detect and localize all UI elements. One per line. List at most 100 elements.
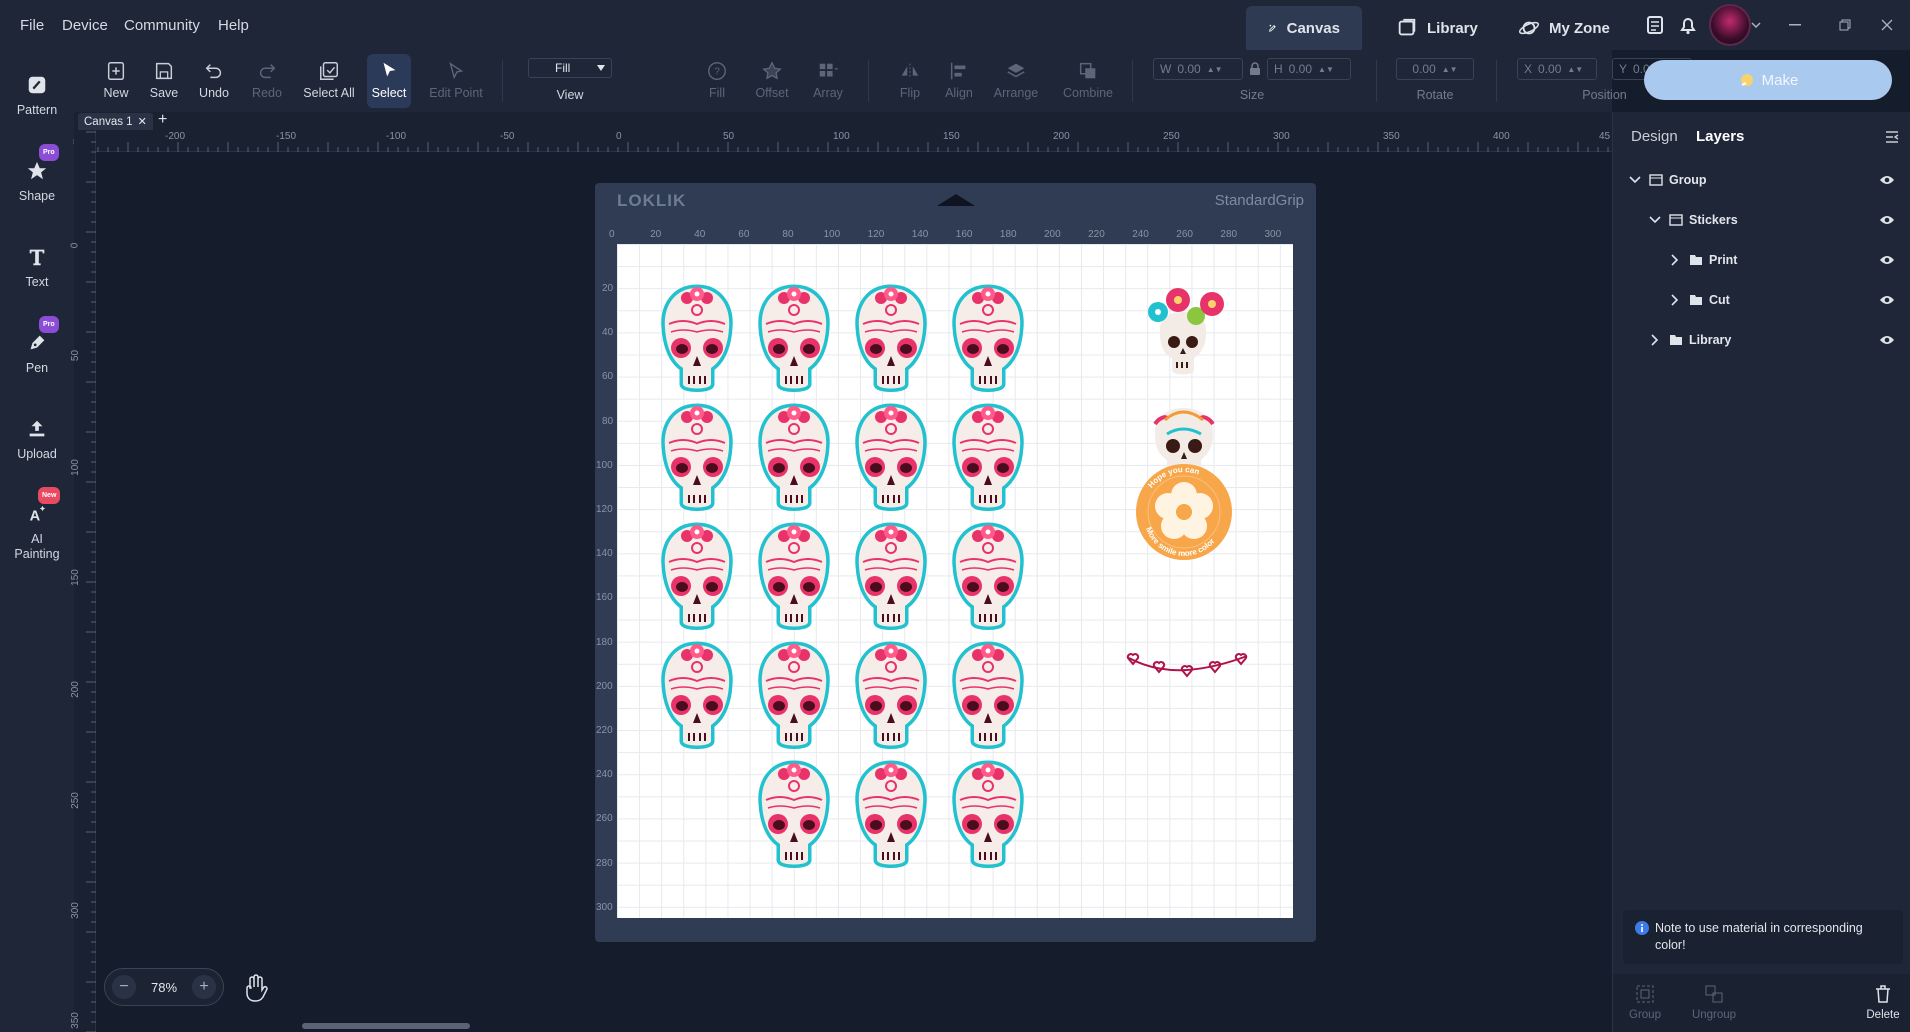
sugar-skull-sticker: [956, 644, 1020, 746]
collapse-panel-icon[interactable]: [1885, 130, 1899, 144]
new-file-icon: [107, 62, 125, 80]
mat-x-tick: 160: [955, 229, 973, 240]
chevron-down-icon[interactable]: [1649, 216, 1661, 224]
eye-icon[interactable]: [1879, 295, 1895, 305]
zoom-in-button[interactable]: +: [192, 975, 216, 999]
close-icon[interactable]: [1872, 10, 1902, 40]
layer-row-library[interactable]: Library: [1613, 322, 1910, 358]
horizontal-scrollbar[interactable]: [302, 1023, 470, 1029]
zoom-out-button[interactable]: −: [112, 975, 136, 999]
design-area[interactable]: Hope you can More smile more color: [617, 244, 1293, 918]
select-all-button[interactable]: Select All: [298, 54, 360, 108]
planet-icon: [1518, 21, 1540, 35]
chevron-down-icon[interactable]: [1748, 10, 1764, 40]
sidebar-item-pen[interactable]: Pro Pen: [0, 316, 74, 376]
undo-button[interactable]: Undo: [188, 54, 240, 108]
offset-button[interactable]: Offset: [746, 54, 798, 108]
group-button[interactable]: Group: [1627, 984, 1663, 1021]
bell-icon[interactable]: [1673, 10, 1703, 40]
view-select[interactable]: Fill: [528, 58, 612, 78]
chevron-right-icon[interactable]: [1671, 254, 1679, 266]
menu-device[interactable]: Device: [62, 0, 108, 50]
make-button[interactable]: Make: [1644, 60, 1892, 100]
ruler-label: 350: [69, 1012, 81, 1029]
nav-tab-my-zone[interactable]: My Zone: [1496, 6, 1632, 50]
minimize-icon[interactable]: [1780, 10, 1810, 40]
hand-tool-icon[interactable]: [243, 974, 269, 1002]
save-button[interactable]: Save: [138, 54, 190, 108]
nav-tab-canvas[interactable]: Canvas: [1246, 6, 1362, 50]
x-field[interactable]: X 0.00 ▲▼: [1517, 58, 1597, 80]
mat-x-tick: 180: [999, 229, 1017, 240]
redo-button[interactable]: Redo: [241, 54, 293, 108]
sugar-skull-sticker: [665, 287, 729, 389]
select-all-icon: [320, 62, 338, 80]
sugar-skull-sticker: [665, 644, 729, 746]
arrange-button[interactable]: Arrange: [990, 54, 1042, 108]
ruler-label: 100: [69, 459, 81, 476]
close-tab-icon[interactable]: ✕: [138, 115, 147, 128]
sidebar-item-upload[interactable]: Upload: [0, 418, 74, 462]
combine-icon: [1079, 62, 1096, 79]
align-icon: [950, 62, 966, 80]
ungroup-button[interactable]: Ungroup: [1689, 984, 1739, 1021]
ruler-label: 150: [69, 569, 81, 586]
ruler-label: -150: [276, 131, 297, 142]
combine-button[interactable]: Combine: [1058, 54, 1118, 108]
new-button[interactable]: New: [90, 54, 142, 108]
menu-help[interactable]: Help: [218, 0, 249, 50]
mat-y-tick: 20: [602, 283, 614, 294]
align-button[interactable]: Align: [933, 54, 985, 108]
right-panel: Design Layers Group Stickers Print Cut L…: [1612, 112, 1910, 1032]
restore-icon[interactable]: [1830, 10, 1860, 40]
layer-row-cut[interactable]: Cut: [1613, 282, 1910, 318]
avatar[interactable]: [1709, 4, 1751, 46]
tasks-icon[interactable]: [1640, 10, 1670, 40]
sidebar-item-pattern[interactable]: Pattern: [0, 74, 74, 118]
layer-row-stickers[interactable]: Stickers: [1613, 202, 1910, 238]
select-button[interactable]: Select: [367, 54, 411, 108]
tab-design[interactable]: Design: [1631, 128, 1678, 145]
edit-point-button[interactable]: Edit Point: [424, 54, 488, 108]
fill-button[interactable]: ? Fill: [691, 54, 743, 108]
mat-x-tick: 140: [911, 229, 929, 240]
chevron-down-icon[interactable]: [1629, 176, 1641, 184]
tab-layers[interactable]: Layers: [1696, 128, 1744, 145]
svg-text:A: A: [30, 508, 41, 524]
canvas-tab[interactable]: Canvas 1 ✕: [78, 113, 153, 130]
eye-icon[interactable]: [1879, 215, 1895, 225]
rotate-field[interactable]: 0.00 ▲▼: [1396, 58, 1474, 80]
mat-y-tick: 180: [596, 636, 613, 648]
array-button[interactable]: Array: [802, 54, 854, 108]
layer-row-print[interactable]: Print: [1613, 242, 1910, 278]
height-field[interactable]: H 0.00 ▲▼: [1267, 58, 1351, 80]
add-tab-icon[interactable]: +: [158, 111, 167, 129]
sidebar-item-ai-painting[interactable]: New A AI Painting: [0, 487, 74, 562]
menu-file[interactable]: File: [20, 0, 44, 50]
chevron-right-icon[interactable]: [1671, 294, 1679, 306]
sidebar-item-shape[interactable]: Pro Shape: [0, 144, 74, 204]
delete-button[interactable]: Delete: [1863, 984, 1903, 1021]
width-field[interactable]: W 0.00 ▲▼: [1153, 58, 1243, 80]
material-note: Note to use material in corresponding co…: [1623, 910, 1903, 964]
ruler-label: 200: [1053, 131, 1070, 142]
chevron-right-icon[interactable]: [1651, 334, 1659, 346]
ruler-label: 50: [70, 349, 82, 362]
eye-icon[interactable]: [1879, 255, 1895, 265]
sidebar-item-text[interactable]: Text: [0, 246, 74, 290]
layer-row-group[interactable]: Group: [1613, 162, 1910, 198]
edit-point-icon: [449, 62, 464, 80]
eye-icon[interactable]: [1879, 175, 1895, 185]
nav-tab-library[interactable]: Library: [1374, 6, 1500, 50]
sugar-skull-sticker: [956, 406, 1020, 508]
flower-skull-sticker: [1148, 288, 1224, 375]
flip-button[interactable]: Flip: [884, 54, 936, 108]
ruler-label: 200: [69, 681, 81, 698]
lock-icon[interactable]: [1249, 62, 1261, 76]
sugar-skull-sticker: [762, 763, 826, 865]
flip-icon: [901, 63, 919, 79]
mat-y-tick: 40: [602, 327, 614, 339]
menu-community[interactable]: Community: [124, 0, 200, 50]
ruler-label: 250: [1163, 131, 1180, 142]
eye-icon[interactable]: [1879, 335, 1895, 345]
